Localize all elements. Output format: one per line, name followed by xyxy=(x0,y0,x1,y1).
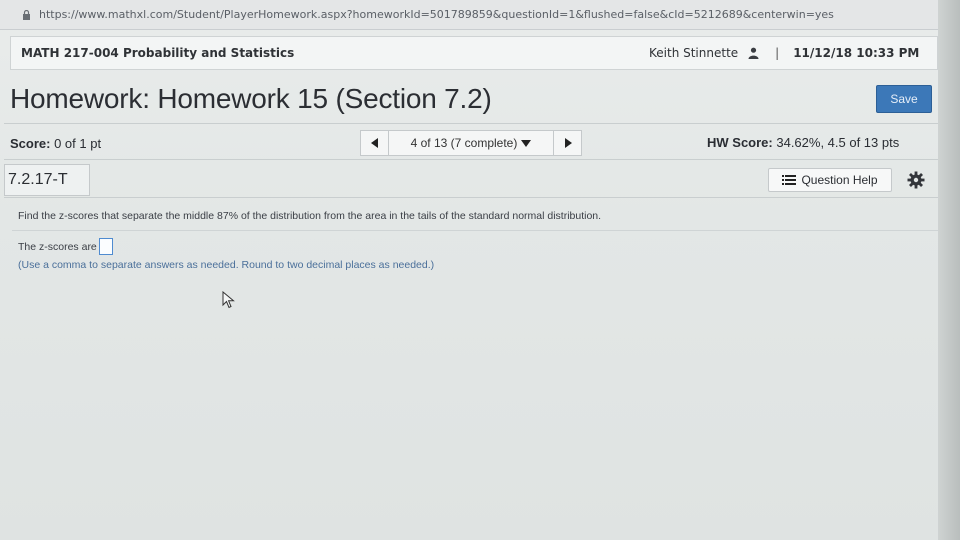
hw-score-value: 34.62%, 4.5 of 13 pts xyxy=(776,135,900,150)
answer-hint: (Use a comma to separate answers as need… xyxy=(18,259,435,271)
url-text: https://www.mathxl.com/Student/PlayerHom… xyxy=(39,8,834,21)
course-title: MATH 217-004 Probability and Statistics xyxy=(21,46,295,60)
answer-prompt: The z-scores are xyxy=(18,240,97,253)
user-icon xyxy=(748,47,759,59)
triangle-right-icon xyxy=(564,138,572,148)
lock-icon xyxy=(23,9,30,20)
homework-header: Homework: Homework 15 (Section 7.2) Save xyxy=(4,80,938,124)
next-question-button[interactable] xyxy=(553,131,581,155)
answer-input[interactable] xyxy=(98,238,113,255)
question-help-label: Question Help xyxy=(801,173,878,187)
current-datetime: 11/12/18 10:33 PM xyxy=(793,46,920,60)
question-id: 7.2.17-T xyxy=(4,164,90,196)
question-score: Score: 0 of 1 pt xyxy=(10,136,101,151)
score-row: Score: 0 of 1 pt 4 of 13 (7 complete) HW… xyxy=(4,126,938,160)
triangle-left-icon xyxy=(370,138,378,148)
score-label: Score: xyxy=(10,136,51,151)
screen-edge xyxy=(938,0,960,540)
caret-down-icon xyxy=(521,139,532,147)
course-header: MATH 217-004 Probability and Statistics … xyxy=(10,36,938,70)
question-divider xyxy=(12,230,938,231)
question-id-row: 7.2.17-T Question Help xyxy=(4,162,938,198)
save-button[interactable]: Save xyxy=(876,85,932,113)
question-help-button[interactable]: Question Help xyxy=(768,168,892,192)
question-select-dropdown[interactable]: 4 of 13 (7 complete) xyxy=(389,131,553,155)
list-icon xyxy=(782,175,797,185)
score-value: 0 of 1 pt xyxy=(54,136,102,151)
gear-icon[interactable] xyxy=(907,171,925,189)
question-progress: 4 of 13 (7 complete) xyxy=(410,136,518,150)
browser-address-bar[interactable]: https://www.mathxl.com/Student/PlayerHom… xyxy=(0,0,960,30)
answer-line: The z-scores are xyxy=(18,238,113,255)
homework-score: HW Score: 34.62%, 4.5 of 13 pts xyxy=(707,135,899,150)
question-text: Find the z-scores that separate the midd… xyxy=(18,210,602,222)
user-name[interactable]: Keith Stinnette xyxy=(649,46,738,60)
hw-score-label: HW Score: xyxy=(707,135,773,150)
mouse-cursor-icon xyxy=(222,291,235,309)
homework-title: Homework: Homework 15 (Section 7.2) xyxy=(10,83,492,114)
user-info: Keith Stinnette | 11/12/18 10:33 PM xyxy=(649,46,919,60)
header-separator: | xyxy=(775,46,780,60)
question-navigator: 4 of 13 (7 complete) xyxy=(360,130,582,156)
previous-question-button[interactable] xyxy=(361,131,389,155)
